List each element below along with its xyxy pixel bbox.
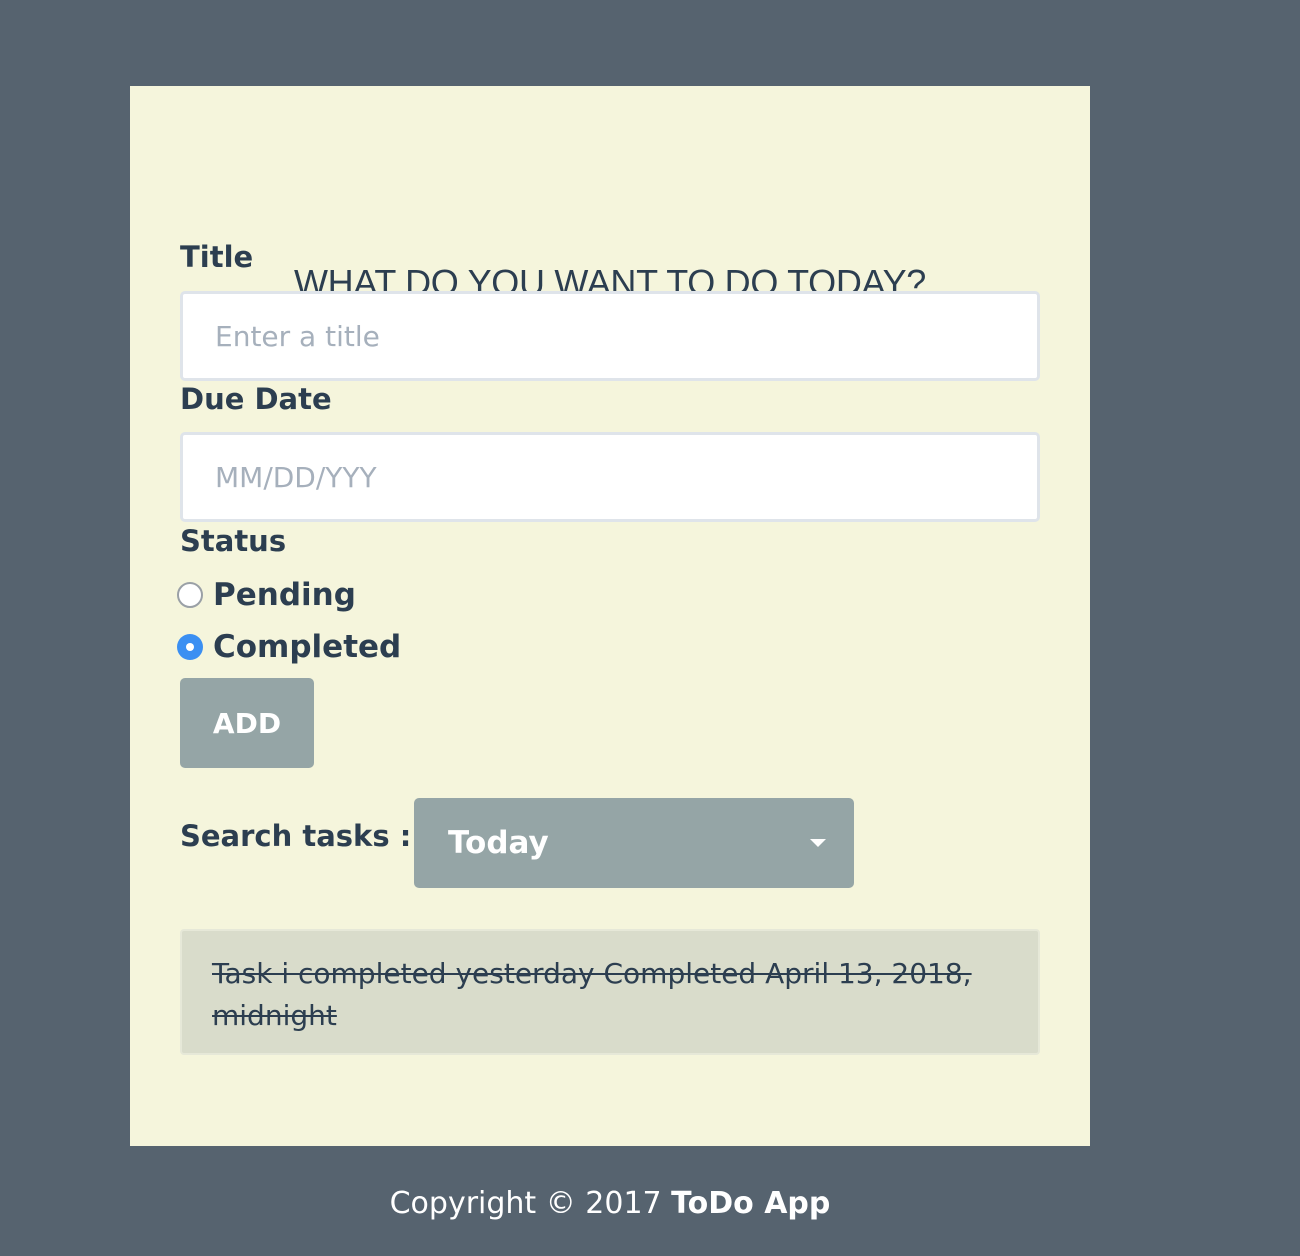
status-option-label: Completed xyxy=(213,629,402,665)
task-text: Task i completed yesterday Completed Apr… xyxy=(212,957,972,1032)
title-label: Title xyxy=(180,240,254,274)
footer-brand: ToDo App xyxy=(671,1186,831,1221)
search-tasks-label: Search tasks : xyxy=(180,819,412,853)
footer: Copyright © 2017 ToDo App xyxy=(0,1186,1220,1221)
status-option-pending[interactable]: Pending xyxy=(177,577,356,613)
radio-selected-icon[interactable] xyxy=(177,634,203,660)
status-option-label: Pending xyxy=(213,577,356,613)
search-filter-select[interactable]: Today xyxy=(414,798,854,888)
add-button[interactable]: ADD xyxy=(180,678,314,768)
radio-unselected-icon[interactable] xyxy=(177,582,203,608)
search-filter-value: Today xyxy=(448,825,549,861)
radio-dot xyxy=(186,643,194,651)
due-date-label: Due Date xyxy=(180,382,332,416)
due-date-input[interactable] xyxy=(180,432,1040,522)
todo-card: WHAT DO YOU WANT TO DO TODAY? Title Due … xyxy=(130,86,1090,1146)
caret-down-icon xyxy=(810,839,826,847)
status-option-completed[interactable]: Completed xyxy=(177,629,401,665)
title-input[interactable] xyxy=(180,291,1040,381)
footer-copyright: Copyright © 2017 xyxy=(389,1186,662,1221)
task-item[interactable]: Task i completed yesterday Completed Apr… xyxy=(180,929,1040,1055)
status-label: Status xyxy=(180,524,287,558)
